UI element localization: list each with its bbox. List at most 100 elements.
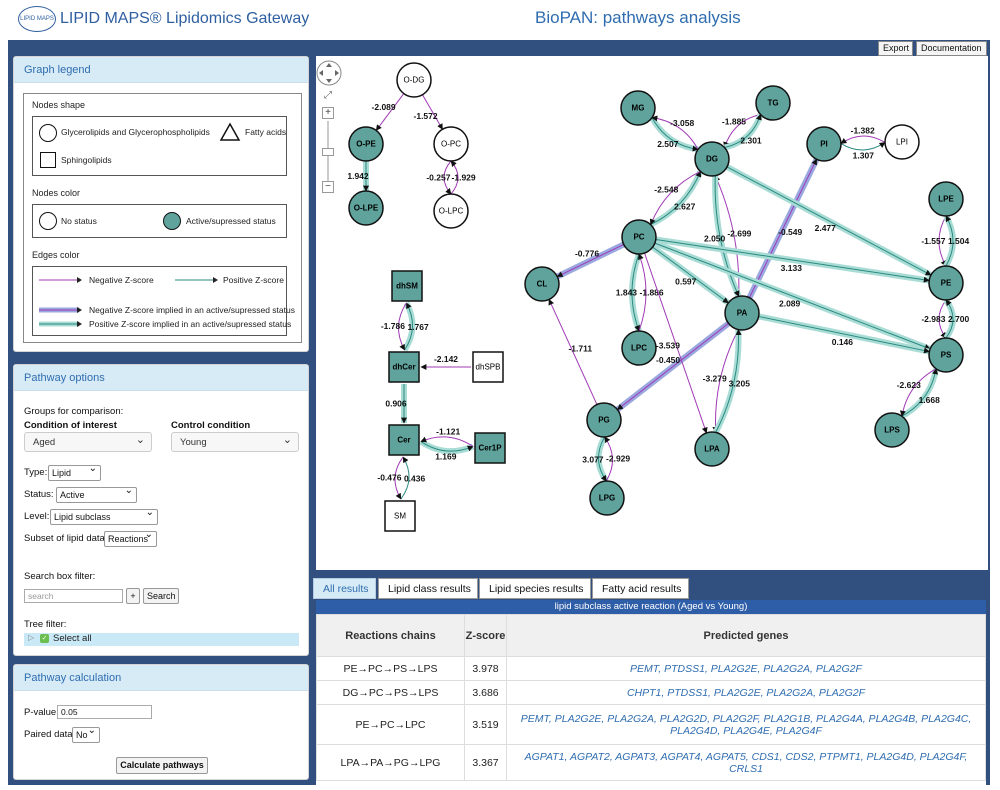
condition-select[interactable]: Aged <box>24 432 152 452</box>
tab-all-results[interactable]: All results <box>313 578 376 599</box>
tab-lipid-species[interactable]: Lipid species results <box>479 578 591 599</box>
header-zscore[interactable]: Z-score <box>464 614 507 657</box>
edge-LPS-PS[interactable] <box>901 368 939 417</box>
genes-cell[interactable]: PEMT, PTDSS1, PLA2G2E, PLA2G2A, PLA2G2F <box>506 656 986 681</box>
edge-DG-PE[interactable] <box>726 166 932 276</box>
edge-PI-LPI[interactable] <box>840 142 886 151</box>
edge-zscore-label: -1.121 <box>436 426 460 436</box>
edges-color-title: Edges color <box>32 250 80 260</box>
node-label: PC <box>633 233 644 242</box>
no-status-icon <box>39 212 57 230</box>
active-status-icon <box>163 212 181 230</box>
edge-swatches <box>39 277 82 327</box>
node-label: PA <box>737 309 748 318</box>
search-button[interactable]: Search <box>143 588 179 604</box>
edge-PS-LPS[interactable] <box>899 368 937 417</box>
edge-zscore-label: 2.301 <box>740 135 762 145</box>
paired-select[interactable]: No <box>72 725 100 743</box>
results-panel: lipid subclass active reaction (Aged vs … <box>316 600 986 785</box>
table-row[interactable]: LPA→PA→PG→LPG 3.367 AGPAT1, AGPAT2, AGPA… <box>316 744 986 781</box>
circle-shape-icon <box>39 124 57 142</box>
node-label: TG <box>767 99 778 108</box>
zoom-in-button[interactable]: + <box>322 107 334 119</box>
edge-zscore-label: -0.450 <box>656 355 680 365</box>
header-predicted-genes[interactable]: Predicted genes <box>506 614 986 657</box>
node-label: O-LPE <box>354 204 379 213</box>
edge-zscore-label: 0.146 <box>832 337 854 347</box>
calc-panel-title[interactable]: Pathway calculation <box>14 665 308 691</box>
zscore-cell: 3.367 <box>464 744 507 781</box>
calculate-pathways-button[interactable]: Calculate pathways <box>116 757 208 774</box>
subset-select[interactable]: Reactions <box>104 529 157 547</box>
search-input[interactable]: search <box>24 589 123 603</box>
zoom-slider-handle[interactable] <box>322 148 334 156</box>
tab-fatty-acid[interactable]: Fatty acid results <box>592 578 689 599</box>
checkbox-checked-icon[interactable]: ✓ <box>40 634 49 643</box>
edge-zscore-label: 3.205 <box>729 379 751 389</box>
node-label: LPI <box>896 138 908 147</box>
edge-halo <box>649 170 704 228</box>
pathway-network[interactable]: -2.089 -1.572 1.942 -0.257 -1.929 2.507 -3.058… <box>316 56 988 570</box>
status-select[interactable]: Active <box>56 485 137 503</box>
edge-zscore-label: -2.142 <box>434 354 458 364</box>
tree-expand-icon[interactable]: ▷ <box>28 633 34 642</box>
edge-zscore-label: 2.700 <box>948 314 970 324</box>
fit-icon[interactable]: ⤢ <box>324 90 332 101</box>
edge-DG-PC[interactable] <box>649 170 701 226</box>
edge-zscore-label: 1.169 <box>435 452 457 462</box>
edge-zscore-label: 1.843 <box>616 288 638 298</box>
edge-zscore-label: 1.767 <box>407 322 429 332</box>
edge-zscore-label: -0.776 <box>575 248 599 258</box>
level-label: Level: <box>24 511 50 522</box>
edge-zscore-label: -1.711 <box>568 344 592 354</box>
genes-cell[interactable]: AGPAT1, AGPAT2, AGPAT3, AGPAT4, AGPAT5, … <box>506 744 986 781</box>
tab-lipid-class[interactable]: Lipid class results <box>378 578 478 599</box>
export-button[interactable]: Export <box>878 41 913 56</box>
documentation-button[interactable]: Documentation <box>916 41 987 56</box>
pathway-graph[interactable]: -2.089 -1.572 1.942 -0.257 -1.929 2.507 -3.058… <box>316 56 988 570</box>
node-label: O-PC <box>441 140 461 149</box>
pan-control[interactable] <box>316 60 344 88</box>
node-label: O-DG <box>404 76 425 85</box>
node-label: O-PE <box>356 140 376 149</box>
active-status-label: Active/supressed status <box>186 216 276 226</box>
edge-LPI-PI[interactable] <box>840 135 886 144</box>
header-reaction-chains[interactable]: Reactions chains <box>316 614 465 657</box>
edge-zscore-label: -3.058 <box>670 118 694 128</box>
table-row[interactable]: DG→PC→PS→LPS 3.686 CHPT1, PTDSS1, PLA2G2… <box>316 680 986 705</box>
edge-zscore-label: -0.549 <box>778 227 802 237</box>
site-title[interactable]: LIPID MAPS® Lipidomics Gateway <box>60 10 309 28</box>
node-label: O-LPC <box>439 207 464 216</box>
node-label: LPA <box>704 445 720 454</box>
genes-cell[interactable]: CHPT1, PTDSS1, PLA2G2E, PLA2G2A, PLA2G2F <box>506 680 986 705</box>
node-label: LPG <box>599 494 615 503</box>
lipid-maps-logo[interactable]: LIPID MAPS <box>18 6 56 32</box>
edge-zscore-label: -1.572 <box>414 111 438 121</box>
zoom-out-button[interactable]: − <box>322 181 334 193</box>
level-select[interactable]: Lipid subclass <box>50 507 158 525</box>
node-label: SM <box>394 512 406 521</box>
pvalue-input[interactable]: 0.05 <box>57 705 152 719</box>
edge-zscore-label: 0.436 <box>404 474 426 484</box>
add-filter-button[interactable]: + <box>126 588 140 604</box>
glycerolipids-label: Glycerolipids and Glycerophospholipids <box>61 127 210 137</box>
tree-filter-label: Tree filter: <box>24 619 67 630</box>
genes-cell[interactable]: PEMT, PLA2G2E, PLA2G2A, PLA2G2D, PLA2G2F… <box>506 704 986 745</box>
legend-panel-title[interactable]: Graph legend <box>14 57 308 83</box>
edge-zscore-label: -1.557 <box>921 236 945 246</box>
logo-text: LIPID MAPS <box>20 16 54 22</box>
fatty-acids-label: Fatty acids <box>245 127 287 137</box>
node-label: PI <box>820 140 828 149</box>
tree-select-all-row[interactable]: ▷ ✓ Select all <box>24 633 299 646</box>
table-row[interactable]: PE→PC→LPC 3.519 PEMT, PLA2G2E, PLA2G2A, … <box>316 704 986 745</box>
control-select[interactable]: Young <box>171 432 299 452</box>
status-label: Status: <box>24 489 54 500</box>
table-row[interactable]: PE→PC→PS→LPS 3.978 PEMT, PTDSS1, PLA2G2E… <box>316 656 986 681</box>
nodes-shape-title: Nodes shape <box>32 100 86 110</box>
edge-zscore-label: 1.942 <box>347 171 369 181</box>
edge-zscore-label: -2.699 <box>727 229 751 239</box>
reaction-chain-cell: LPA→PA→PG→LPG <box>316 744 465 781</box>
type-select[interactable]: Lipid <box>48 463 101 481</box>
edge-PC-DG[interactable] <box>650 170 702 226</box>
options-panel-title[interactable]: Pathway options <box>14 365 308 391</box>
